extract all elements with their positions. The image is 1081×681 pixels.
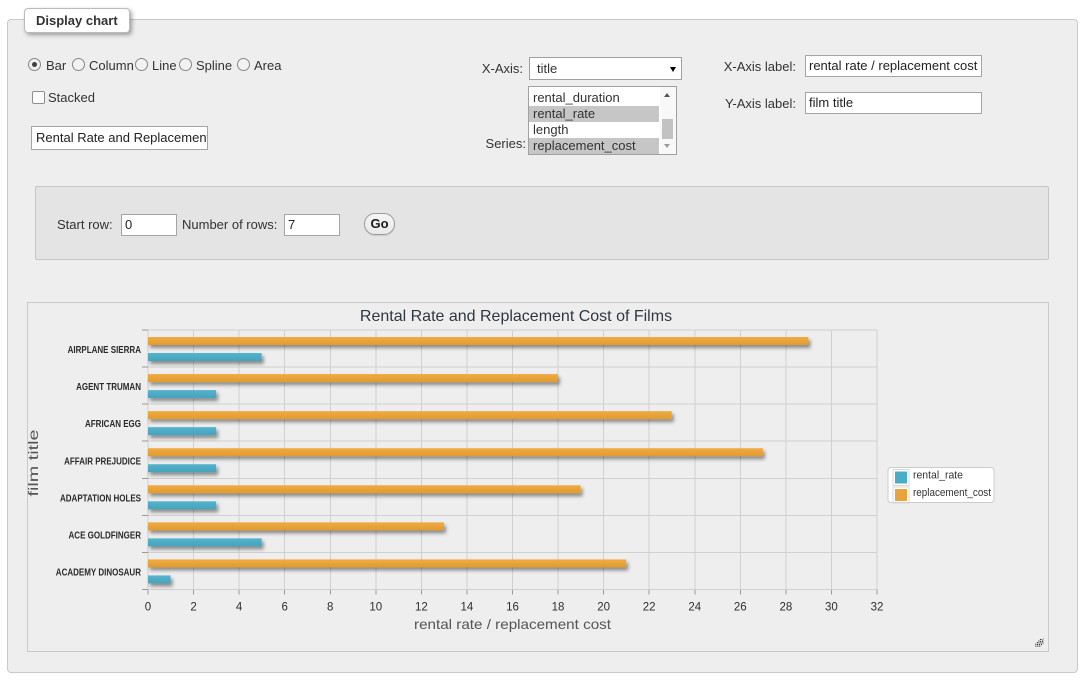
- svg-text:AIRPLANE SIERRA: AIRPLANE SIERRA: [68, 345, 141, 356]
- svg-text:AFFAIR PREJUDICE: AFFAIR PREJUDICE: [64, 456, 141, 467]
- svg-text:rental_rate: rental_rate: [913, 470, 963, 482]
- svg-text:30: 30: [825, 602, 838, 614]
- svg-text:14: 14: [461, 602, 474, 614]
- svg-text:4: 4: [236, 602, 243, 614]
- svg-text:8: 8: [327, 602, 333, 614]
- svg-text:rental rate / replacement cost: rental rate / replacement cost: [414, 616, 611, 632]
- svg-text:AGENT TRUMAN: AGENT TRUMAN: [76, 382, 141, 393]
- svg-text:12: 12: [415, 602, 428, 614]
- svg-text:16: 16: [506, 602, 519, 614]
- svg-text:replacement_cost: replacement_cost: [913, 487, 991, 499]
- svg-text:ADAPTATION HOLES: ADAPTATION HOLES: [60, 493, 141, 504]
- svg-text:20: 20: [597, 602, 610, 614]
- svg-text:22: 22: [643, 602, 656, 614]
- svg-text:26: 26: [734, 602, 747, 614]
- svg-text:28: 28: [779, 602, 792, 614]
- svg-text:ACE GOLDFINGER: ACE GOLDFINGER: [69, 530, 142, 541]
- svg-text:AFRICAN EGG: AFRICAN EGG: [85, 419, 141, 430]
- svg-text:24: 24: [688, 602, 701, 614]
- svg-text:32: 32: [871, 602, 884, 614]
- svg-text:film title: film title: [27, 429, 41, 496]
- svg-text:ACADEMY DINOSAUR: ACADEMY DINOSAUR: [56, 567, 142, 578]
- svg-text:2: 2: [190, 602, 196, 614]
- svg-text:18: 18: [552, 602, 565, 614]
- svg-text:0: 0: [145, 602, 151, 614]
- svg-text:Rental Rate and Replacement Co: Rental Rate and Replacement Cost of Film…: [360, 308, 672, 325]
- svg-text:10: 10: [369, 602, 382, 614]
- svg-text:6: 6: [281, 602, 287, 614]
